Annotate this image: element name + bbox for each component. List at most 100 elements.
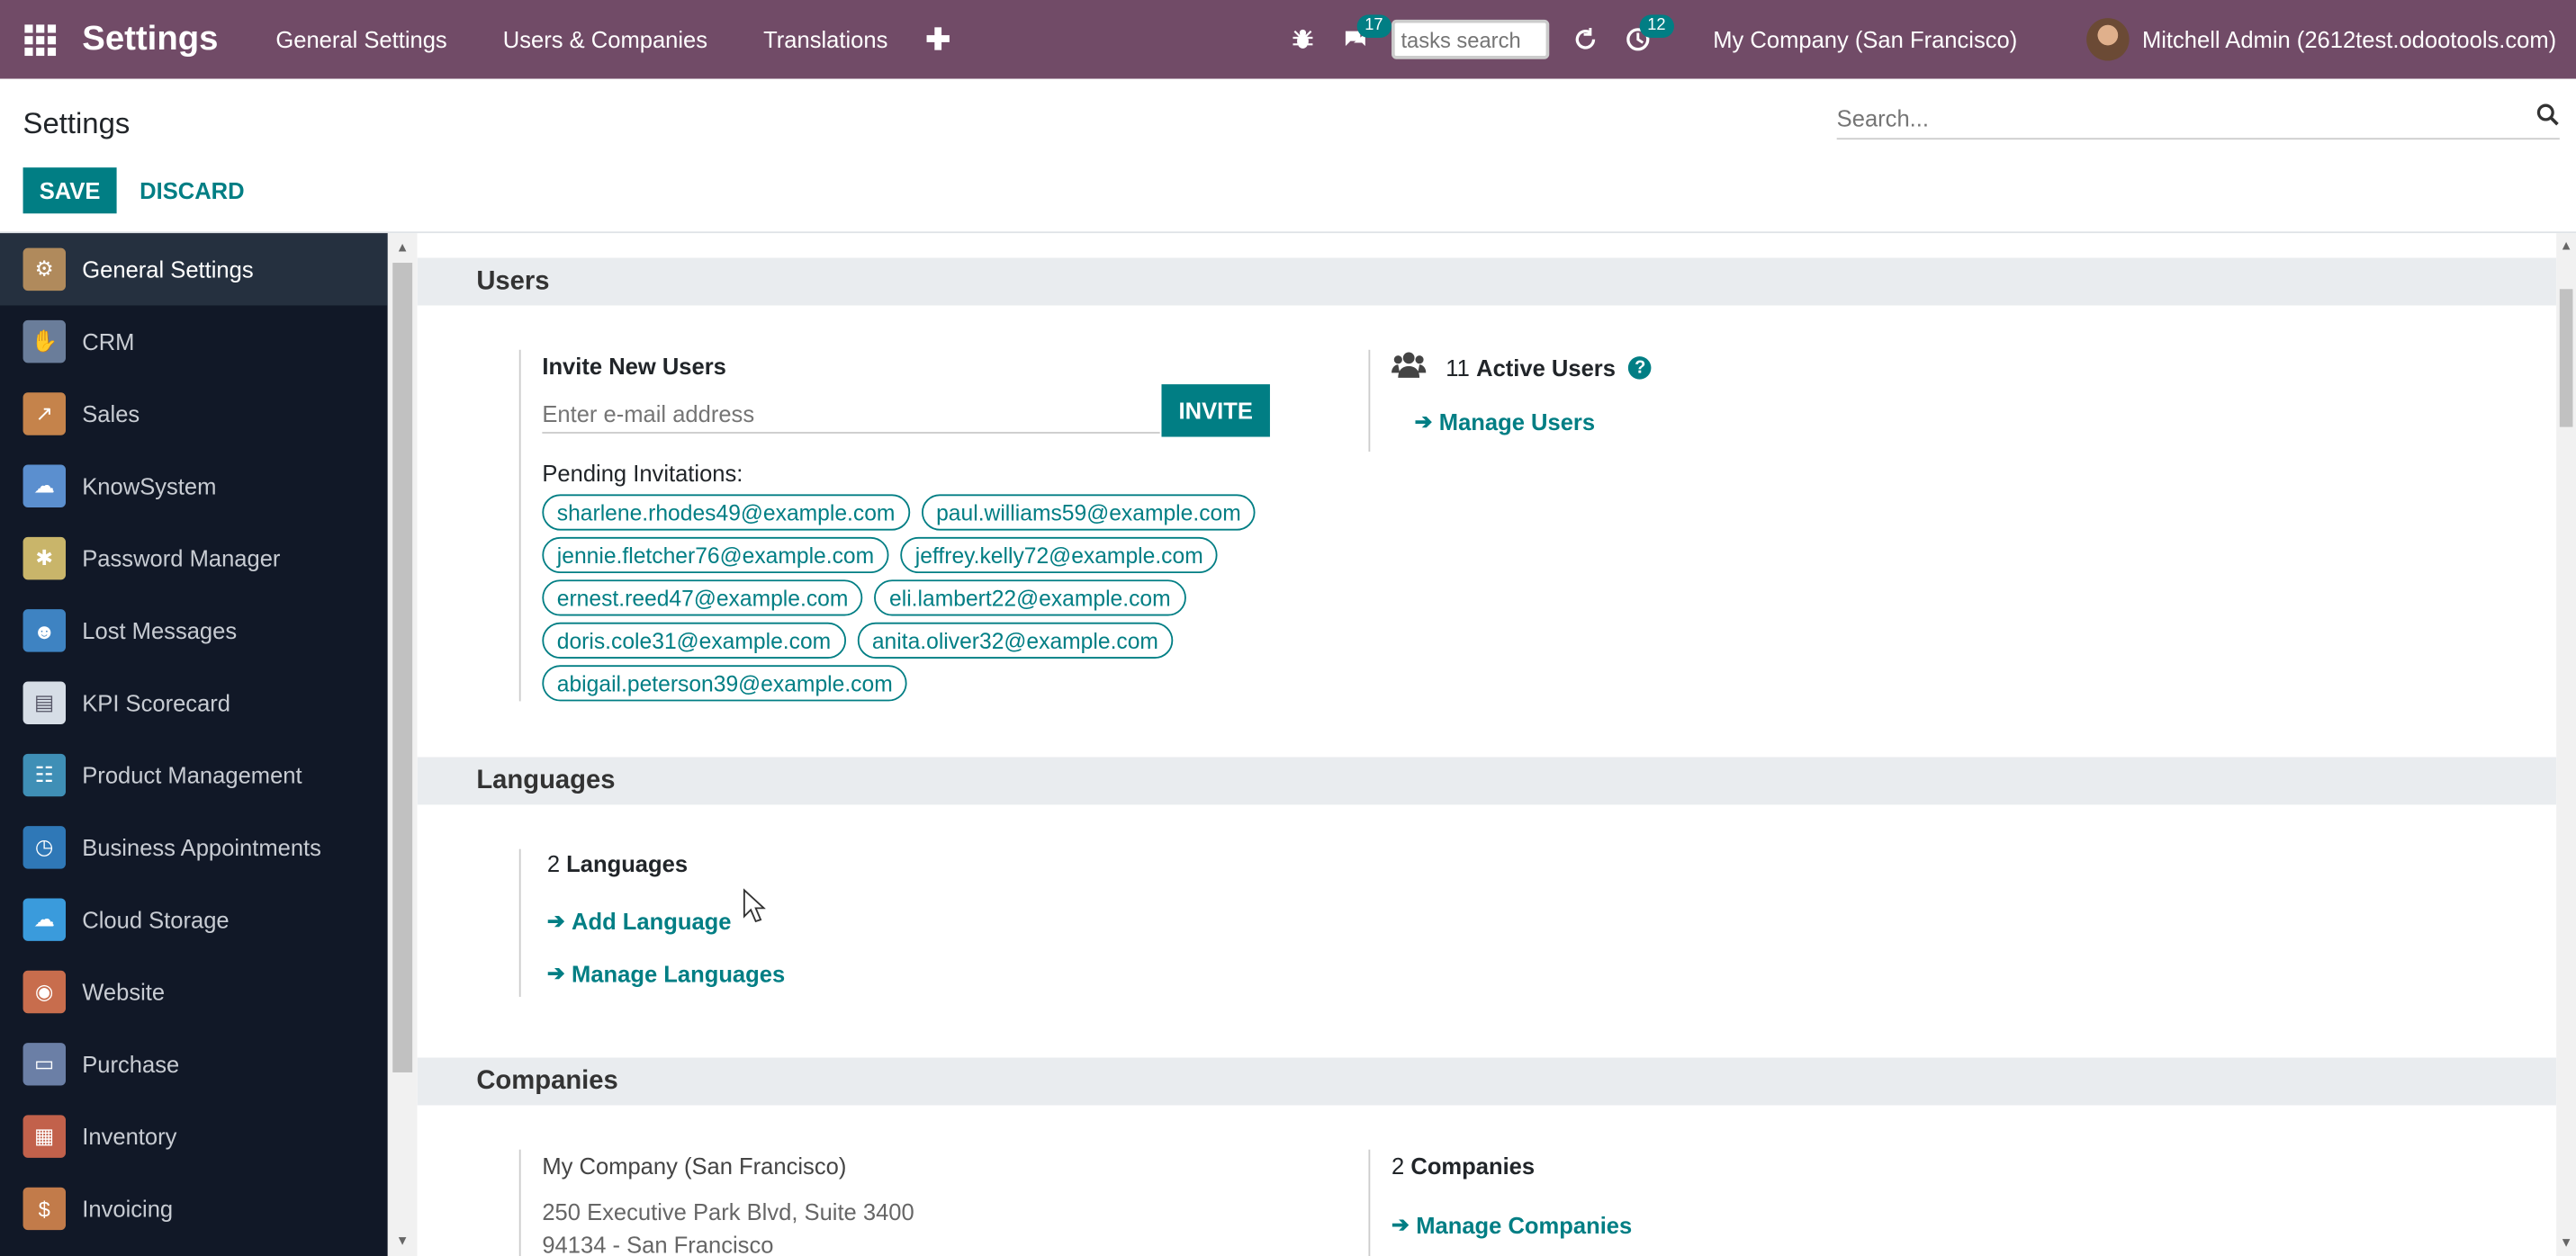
companies-count-label: Companies bbox=[1410, 1153, 1536, 1180]
sidebar-scroll-thumb[interactable] bbox=[392, 263, 413, 1072]
languages-count-label: Languages bbox=[566, 850, 689, 877]
sidebar-item-label: General Settings bbox=[82, 256, 254, 283]
scroll-down-arrow-icon[interactable]: ▼ bbox=[396, 1234, 409, 1248]
clock-icon: ◷ bbox=[23, 826, 67, 869]
company-name: My Company (San Francisco) bbox=[542, 1153, 847, 1180]
active-users-label: Active Users bbox=[1476, 354, 1616, 381]
sidebar-item-label: KnowSystem bbox=[82, 472, 217, 499]
add-language-link[interactable]: ➔ Add Language bbox=[547, 908, 1013, 934]
sidebar-item-general-settings[interactable]: ⚙ General Settings bbox=[0, 233, 388, 306]
sidebar-item-inventory[interactable]: ▦ Inventory bbox=[0, 1100, 388, 1172]
invitation-pill[interactable]: doris.cole31@example.com bbox=[542, 622, 846, 659]
invitation-pill[interactable]: ernest.reed47@example.com bbox=[542, 579, 863, 616]
sidebar-item-cloud-storage[interactable]: ☁ Cloud Storage bbox=[0, 884, 388, 955]
manage-users-link[interactable]: ➔ Manage Users bbox=[1415, 408, 2026, 435]
content-scrollbar[interactable]: ▲ ▼ bbox=[2556, 233, 2576, 1256]
sidebar-item-crm[interactable]: ✋ CRM bbox=[0, 306, 388, 378]
invite-users-box: Invite New Users INVITE Pending Invitati… bbox=[518, 349, 1308, 702]
company-address-box: My Company (San Francisco) 250 Executive… bbox=[518, 1149, 1275, 1256]
arrow-right-icon: ➔ bbox=[546, 908, 565, 933]
app-brand: Settings bbox=[82, 19, 219, 58]
odoo-window: Settings General Settings Users & Compan… bbox=[0, 0, 2576, 1256]
add-language-label: Add Language bbox=[572, 908, 732, 935]
company-address-line2: 94134 - San Francisco bbox=[542, 1231, 774, 1256]
active-users-count: 11 bbox=[1446, 354, 1470, 381]
settings-search bbox=[1836, 100, 2560, 140]
help-icon[interactable]: ? bbox=[1628, 355, 1653, 379]
menu-translations[interactable]: Translations bbox=[735, 26, 915, 52]
user-menu[interactable]: Mitchell Admin (2612test.odootools.com) bbox=[2142, 26, 2556, 52]
chat-icon[interactable]: 17 bbox=[1329, 0, 1392, 79]
invite-users-label: Invite New Users bbox=[542, 353, 726, 380]
sidebar-item-website[interactable]: ◉ Website bbox=[0, 955, 388, 1027]
sidebar-item-label: Product Management bbox=[82, 761, 302, 789]
company-switcher[interactable]: My Company (San Francisco) bbox=[1713, 26, 2017, 52]
chat-count-badge: 17 bbox=[1356, 14, 1392, 38]
sidebar-item-label: Lost Messages bbox=[82, 617, 238, 644]
plus-icon[interactable]: ✚ bbox=[925, 22, 950, 57]
sidebar-item-password-manager[interactable]: ✱ Password Manager bbox=[0, 522, 388, 594]
search-input[interactable] bbox=[1836, 100, 2494, 137]
invitation-pill[interactable]: paul.williams59@example.com bbox=[921, 494, 1256, 531]
tasks-search-input[interactable] bbox=[1391, 19, 1549, 59]
content-scroll-thumb[interactable] bbox=[2559, 289, 2573, 427]
person-icon: ☻ bbox=[23, 609, 67, 652]
manage-languages-link[interactable]: ➔ Manage Languages bbox=[547, 961, 1013, 987]
languages-count: 2 bbox=[546, 850, 561, 877]
scroll-up-arrow-icon[interactable]: ▲ bbox=[2560, 238, 2572, 253]
arrow-right-icon: ➔ bbox=[546, 960, 565, 986]
menu-general-settings[interactable]: General Settings bbox=[248, 26, 474, 52]
avatar[interactable] bbox=[2085, 18, 2130, 61]
scroll-down-arrow-icon[interactable]: ▼ bbox=[2560, 1235, 2572, 1250]
sidebar-scrollbar[interactable]: ▲ ▼ bbox=[387, 233, 418, 1256]
invitation-pill[interactable]: anita.oliver32@example.com bbox=[857, 622, 1174, 659]
manage-languages-label: Manage Languages bbox=[572, 960, 786, 988]
menu-users-companies[interactable]: Users & Companies bbox=[475, 26, 735, 52]
languages-section-header: Languages bbox=[417, 757, 2557, 805]
page-title: Settings bbox=[23, 106, 131, 140]
invitation-pill[interactable]: sharlene.rhodes49@example.com bbox=[542, 494, 910, 531]
invitation-pill[interactable]: abigail.peterson39@example.com bbox=[542, 665, 908, 702]
brain-icon: ☁ bbox=[23, 464, 67, 508]
invitation-pill[interactable]: jennie.fletcher76@example.com bbox=[542, 536, 889, 574]
sidebar-item-purchase[interactable]: ▭ Purchase bbox=[0, 1028, 388, 1100]
search-icon[interactable] bbox=[2536, 103, 2560, 133]
bug-icon[interactable] bbox=[1276, 0, 1329, 79]
invite-button[interactable]: INVITE bbox=[1161, 384, 1270, 437]
activity-clock-icon[interactable]: 12 bbox=[1611, 0, 1674, 79]
invitation-pill[interactable]: jeffrey.kelly72@example.com bbox=[900, 536, 1219, 574]
manage-companies-label: Manage Companies bbox=[1416, 1212, 1633, 1239]
box-icon: ▦ bbox=[23, 1115, 67, 1158]
sidebar-item-label: Business Appointments bbox=[82, 834, 321, 861]
settings-content: Users Invite New Users INVITE Pending In… bbox=[417, 233, 2557, 1256]
companies-count: 2 bbox=[1392, 1153, 1405, 1180]
apps-menu-icon[interactable] bbox=[0, 0, 79, 79]
card-icon: ▭ bbox=[23, 1043, 67, 1086]
sidebar-item-kpi-scorecard[interactable]: ▤ KPI Scorecard bbox=[0, 667, 388, 739]
scroll-up-arrow-icon[interactable]: ▲ bbox=[396, 239, 409, 254]
paper-icon: ▤ bbox=[23, 681, 67, 724]
sidebar-item-knowsystem[interactable]: ☁ KnowSystem bbox=[0, 450, 388, 522]
refresh-icon[interactable] bbox=[1559, 0, 1611, 79]
sidebar-item-sales[interactable]: ↗ Sales bbox=[0, 378, 388, 450]
invitation-pill[interactable]: eli.lambert22@example.com bbox=[874, 579, 1186, 616]
save-button[interactable]: SAVE bbox=[23, 167, 117, 214]
handshake-icon: ✋ bbox=[23, 319, 67, 363]
active-users-box: 11 Active Users ? ➔ Manage Users bbox=[1368, 349, 2026, 452]
sidebar-item-label: KPI Scorecard bbox=[82, 689, 231, 716]
gear-icon: ⚙ bbox=[23, 247, 67, 292]
sidebar-item-label: Website bbox=[82, 978, 166, 1006]
sidebar-item-invoicing[interactable]: $ Invoicing bbox=[0, 1172, 388, 1244]
sidebar-item-business-appointments[interactable]: ◷ Business Appointments bbox=[0, 812, 388, 884]
sidebar-item-label: Purchase bbox=[82, 1051, 180, 1078]
discard-button[interactable]: DISCARD bbox=[140, 167, 244, 213]
manage-companies-link[interactable]: ➔ Manage Companies bbox=[1392, 1212, 1861, 1238]
sidebar-item-product-management[interactable]: ☷ Product Management bbox=[0, 739, 388, 811]
sidebar-item-lost-messages[interactable]: ☻ Lost Messages bbox=[0, 595, 388, 667]
sidebar-item-label: Sales bbox=[82, 400, 140, 427]
sidebar-item-label: Cloud Storage bbox=[82, 906, 230, 933]
email-field[interactable] bbox=[542, 394, 1160, 434]
sidebar-item-label: CRM bbox=[82, 328, 135, 355]
activity-count-badge: 12 bbox=[1639, 14, 1674, 38]
arrow-right-icon: ➔ bbox=[1414, 408, 1433, 434]
